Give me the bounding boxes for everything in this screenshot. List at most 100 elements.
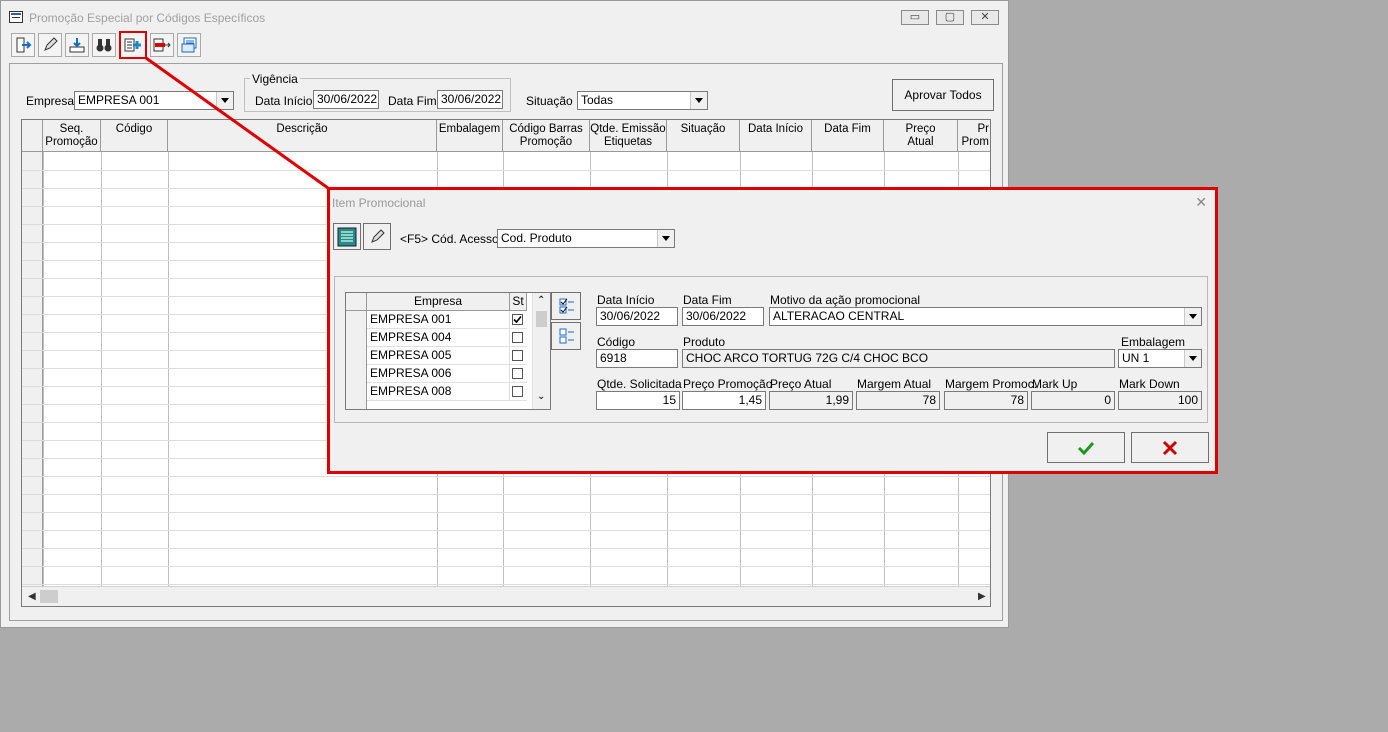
embalagem-select[interactable]: UN 1 <box>1118 349 1202 368</box>
close-button[interactable]: ✕ <box>971 10 999 25</box>
table-row[interactable] <box>22 512 990 513</box>
col-seq-promocao[interactable]: Seq. Promoção <box>43 120 101 152</box>
minimize-button[interactable]: ▭ <box>901 10 929 25</box>
toolbar <box>9 31 205 59</box>
col-preco-atual[interactable]: Preço Atual <box>884 120 958 152</box>
empresa-indicator <box>346 311 367 409</box>
margem-promo-field: 78 <box>944 391 1028 410</box>
dlg-data-inicio-field[interactable]: 30/06/2022 <box>596 307 678 326</box>
print-button[interactable] <box>177 33 201 57</box>
acesso-select[interactable]: Cod. Produto <box>497 229 675 248</box>
checkbox-unchecked[interactable] <box>512 332 523 343</box>
table-row[interactable] <box>22 476 990 477</box>
checkbox-unchecked[interactable] <box>512 368 523 379</box>
chevron-down-icon[interactable] <box>690 92 707 109</box>
list-button[interactable] <box>333 223 361 250</box>
chevron-down-icon[interactable] <box>216 92 233 109</box>
codigo-field[interactable]: 6918 <box>596 349 678 368</box>
import-button[interactable] <box>65 33 89 57</box>
empresa-row-name[interactable]: EMPRESA 006 <box>367 365 510 383</box>
empresa-row-name[interactable]: EMPRESA 004 <box>367 329 510 347</box>
checkbox-checked[interactable] <box>512 314 523 325</box>
col-codigo[interactable]: Código <box>101 120 168 152</box>
markup-field: 0 <box>1031 391 1115 410</box>
empresa-list[interactable]: Empresa St EMPRESA 001 EMPRESA 004 EMPRESA… <box>345 292 551 410</box>
empresa-row-status <box>510 311 527 329</box>
table-row[interactable] <box>22 494 990 495</box>
preco-promo-field[interactable]: 1,45 <box>682 391 766 410</box>
st-header[interactable]: St <box>510 293 527 311</box>
empresa-row-name[interactable]: EMPRESA 008 <box>367 383 510 401</box>
ok-button[interactable] <box>1047 432 1125 463</box>
dlg-data-fim-label: Data Fim <box>683 293 732 307</box>
col-codigo-barras[interactable]: Código Barras Promoção <box>503 120 590 152</box>
remove-item-button[interactable] <box>150 33 174 57</box>
col-situacao[interactable]: Situação <box>667 120 740 152</box>
edit-pencil-icon <box>371 228 385 243</box>
app-icon <box>9 11 23 23</box>
qtde-field[interactable]: 15 <box>596 391 680 410</box>
situacao-select[interactable]: Todas <box>577 91 708 110</box>
dialog-edit-button[interactable] <box>363 223 391 250</box>
data-fim-field[interactable]: 30/06/2022 <box>437 90 503 109</box>
scroll-down-icon[interactable]: ⌄ <box>537 391 545 402</box>
empresa-header[interactable]: Empresa <box>367 293 510 311</box>
aprovar-todos-button[interactable]: Aprovar Todos <box>892 79 994 111</box>
table-row[interactable] <box>22 170 990 171</box>
table-row[interactable] <box>22 548 990 549</box>
scroll-thumb[interactable] <box>40 590 58 603</box>
exit-button[interactable] <box>11 33 35 57</box>
table-row[interactable] <box>22 566 990 567</box>
empresa-row-status <box>510 383 527 401</box>
motivo-label: Motivo da ação promocional <box>770 293 921 307</box>
checkbox-unchecked[interactable] <box>512 386 523 397</box>
empresa-corner <box>346 293 367 311</box>
search-button[interactable] <box>92 33 116 57</box>
scroll-thumb[interactable] <box>536 311 547 327</box>
col-embalagem[interactable]: Embalagem <box>437 120 503 152</box>
empresa-label: Empresa <box>26 94 75 108</box>
binoculars-icon <box>96 39 112 52</box>
add-item-icon <box>124 38 141 52</box>
chevron-down-icon[interactable] <box>657 230 674 247</box>
data-fim-label: Data Fim <box>388 94 437 108</box>
col-data-inicio[interactable]: Data Início <box>740 120 812 152</box>
checkbox-unchecked[interactable] <box>512 350 523 361</box>
x-icon <box>1162 440 1178 455</box>
scroll-right-icon[interactable]: ▶ <box>978 591 986 602</box>
dialog-close-button[interactable]: ✕ <box>1195 194 1207 211</box>
scroll-left-icon[interactable]: ◀ <box>28 591 36 602</box>
scroll-up-icon[interactable]: ⌃ <box>537 295 545 306</box>
empresa-scrollbar[interactable]: ⌃ ⌄ <box>532 293 550 409</box>
select-all-button[interactable] <box>551 292 581 320</box>
add-item-button[interactable] <box>119 31 147 59</box>
qtde-label: Qtde. Solicitada <box>597 377 682 391</box>
motivo-select[interactable]: ALTERACAO CENTRAL <box>769 307 1202 326</box>
col-preco-promocao[interactable]: Pr Prom <box>958 120 990 152</box>
markdown-field: 100 <box>1118 391 1202 410</box>
table-row[interactable] <box>22 530 990 531</box>
data-inicio-field[interactable]: 30/06/2022 <box>313 90 379 109</box>
chevron-down-icon[interactable] <box>1184 308 1201 325</box>
embalagem-label: Embalagem <box>1121 335 1186 349</box>
table-row[interactable] <box>22 584 990 585</box>
col-descricao[interactable]: Descrição <box>168 120 437 152</box>
col-data-fim[interactable]: Data Fim <box>812 120 884 152</box>
empresa-row-name[interactable]: EMPRESA 005 <box>367 347 510 365</box>
empresa-row-name[interactable]: EMPRESA 001 <box>367 311 510 329</box>
remove-item-icon <box>153 38 171 52</box>
print-icon <box>181 37 197 53</box>
maximize-button[interactable]: ▢ <box>936 10 964 25</box>
empresa-select[interactable]: EMPRESA 001 <box>74 91 234 110</box>
item-details-group: Empresa St EMPRESA 001 EMPRESA 004 EMPRESA… <box>334 276 1208 423</box>
col-qtde-emissao[interactable]: Qtde. Emissão Etiquetas <box>590 120 667 152</box>
unselect-all-button[interactable] <box>551 322 581 350</box>
chevron-down-icon[interactable] <box>1184 350 1201 367</box>
cancel-button[interactable] <box>1131 432 1209 463</box>
edit-button[interactable] <box>38 33 62 57</box>
horizontal-scrollbar[interactable]: ◀ ▶ <box>22 586 990 606</box>
empresa-row-status <box>510 329 527 347</box>
dlg-data-fim-field[interactable]: 30/06/2022 <box>682 307 764 326</box>
uncheck-all-icon <box>559 328 574 344</box>
produto-label: Produto <box>683 335 726 349</box>
